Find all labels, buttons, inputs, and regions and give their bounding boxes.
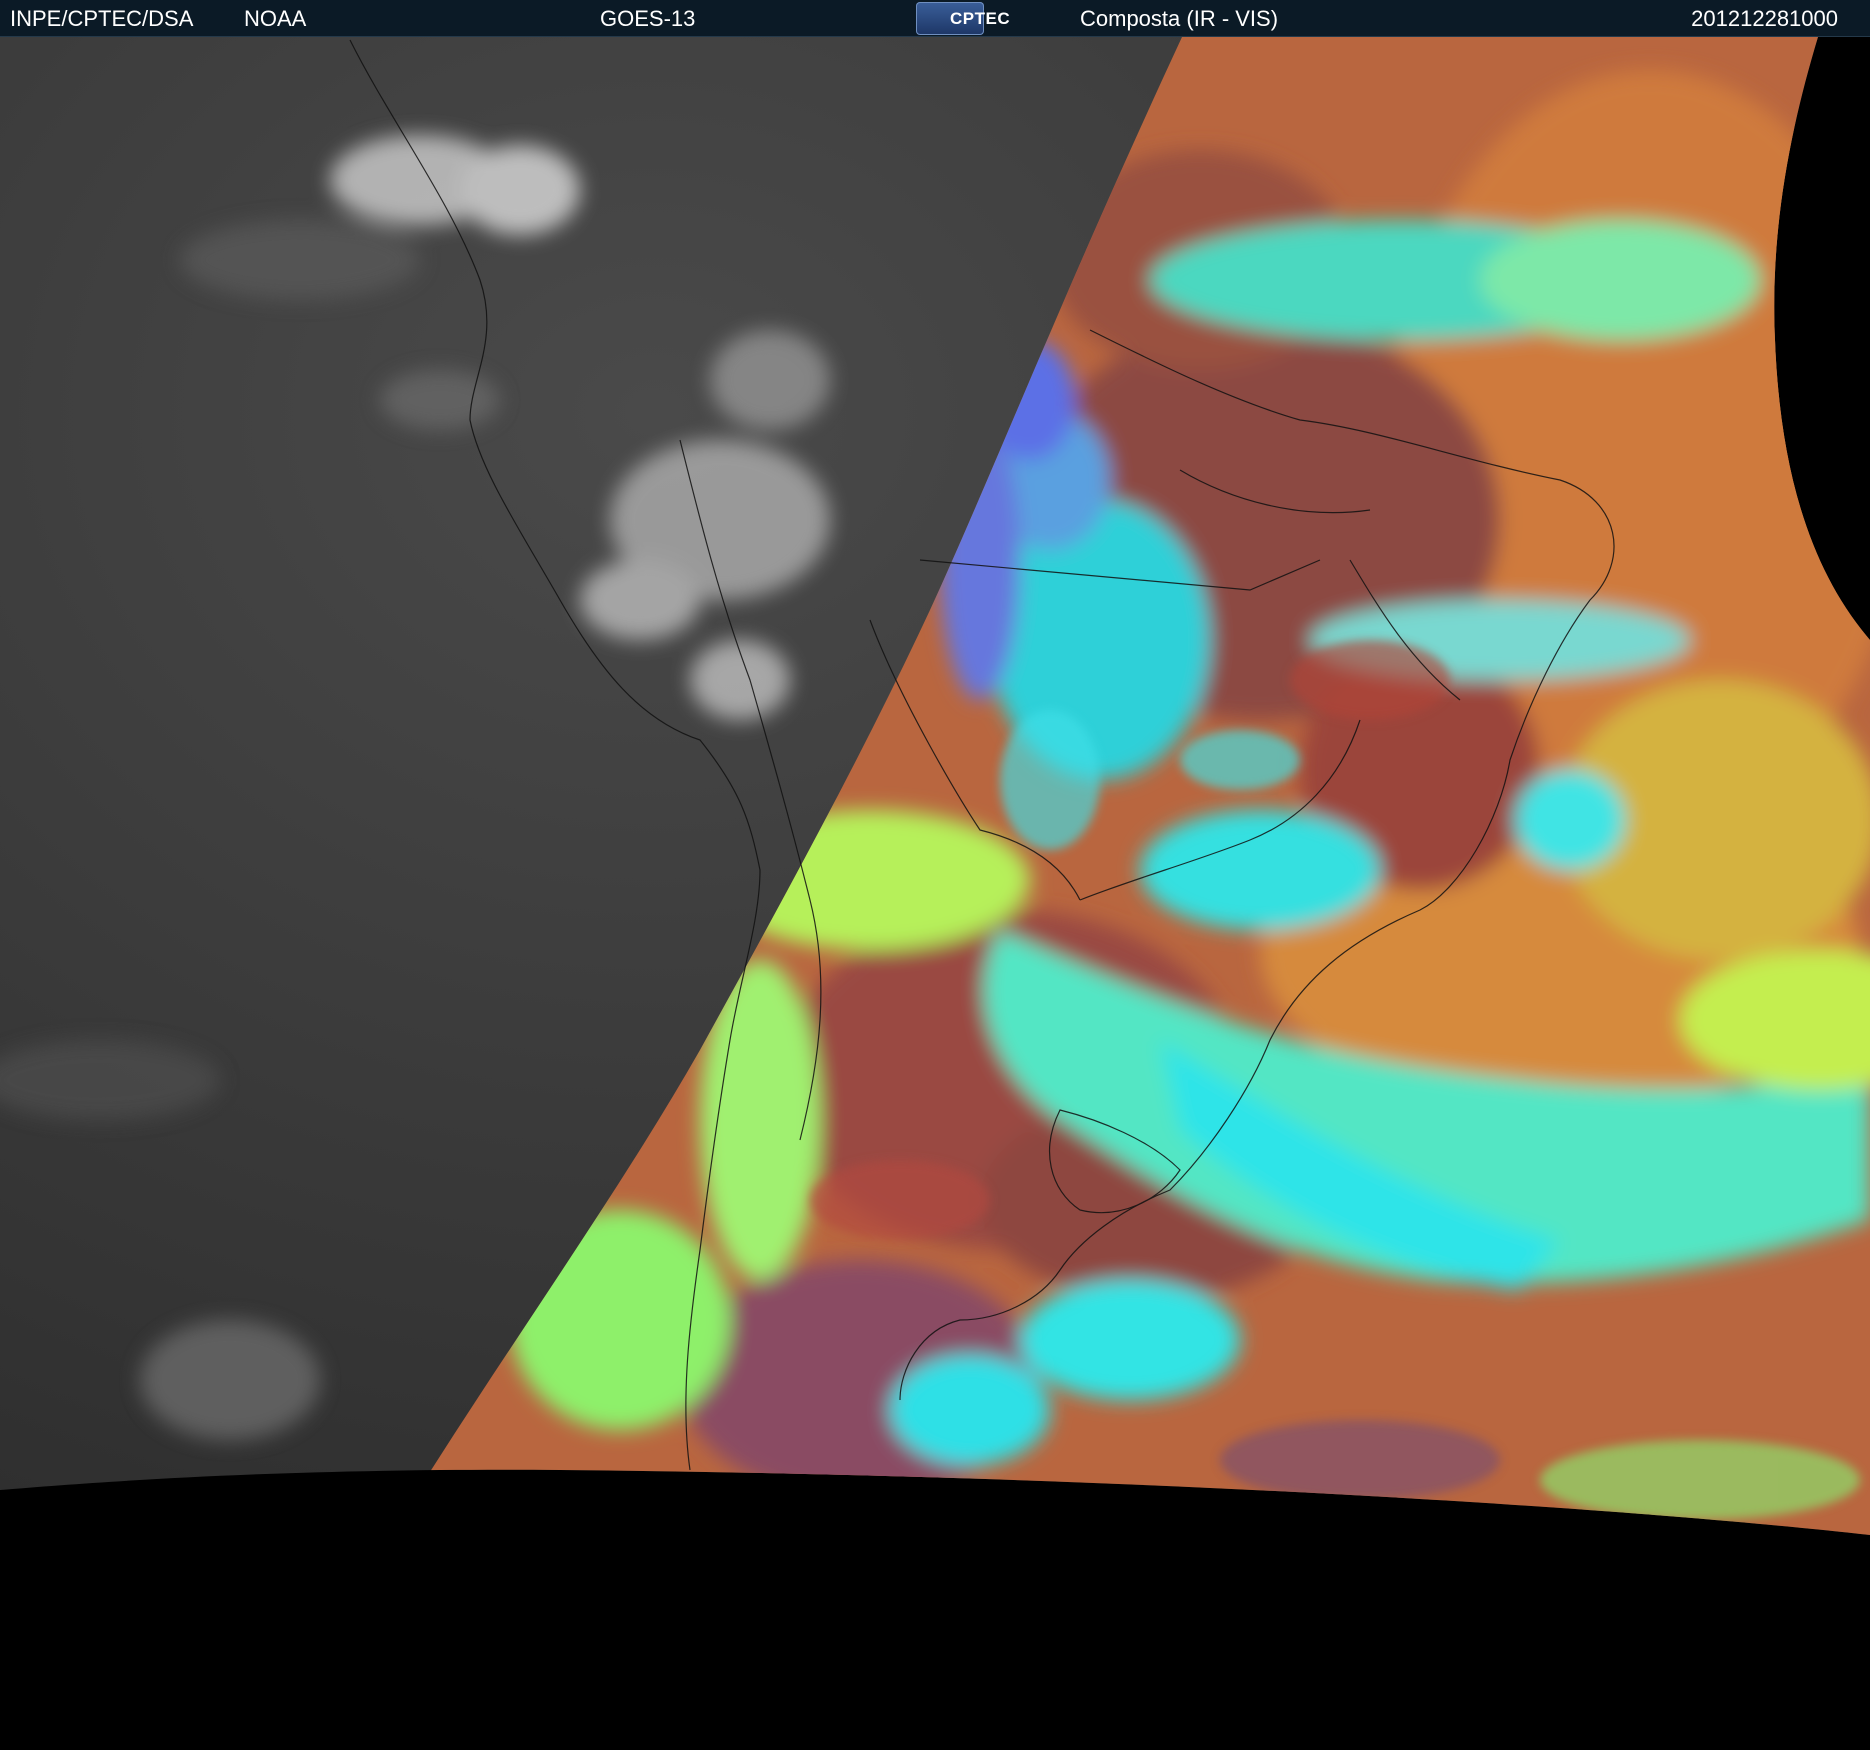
product-label: Composta (IR - VIS)	[1080, 6, 1279, 31]
satellite-composite-image	[0, 37, 1870, 1750]
timestamp-label: 201212281000	[1691, 6, 1838, 31]
cptec-logo: CPTEC	[916, 2, 1010, 35]
earth-disk	[0, 37, 1870, 1535]
satellite-label: GOES-13	[600, 6, 696, 31]
agency-label: NOAA	[244, 6, 307, 31]
image-header-bar: INPE/CPTEC/DSA NOAA GOES-13 CPTEC Compos…	[0, 0, 1870, 37]
organization-label: INPE/CPTEC/DSA	[10, 6, 194, 31]
